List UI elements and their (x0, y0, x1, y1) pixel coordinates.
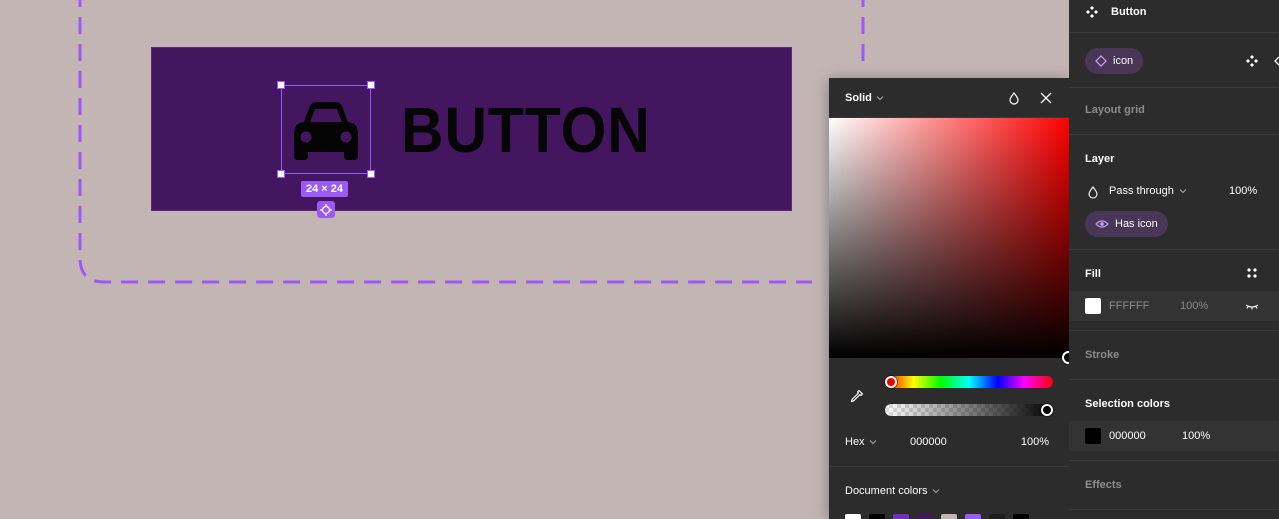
resize-handle-bottom-left[interactable] (277, 170, 285, 178)
divider (1069, 509, 1279, 510)
chevron-down-icon (1179, 189, 1187, 194)
style-grid-icon[interactable] (1245, 266, 1259, 280)
chevron-down-icon (876, 95, 884, 100)
hue-slider[interactable] (885, 376, 1053, 388)
blend-mode-dropdown[interactable]: Pass through (1109, 185, 1187, 197)
selection-color-swatch[interactable] (1085, 428, 1101, 444)
chevron-down-icon (869, 440, 876, 445)
document-colors-dropdown[interactable]: Document colors (845, 485, 940, 497)
opacity-input[interactable]: 100% (1021, 436, 1049, 448)
document-color-swatches (845, 514, 1029, 519)
color-picker-popover[interactable]: Solid Hex 000000 100% Document colors (829, 78, 1075, 519)
opacity-slider-knob[interactable] (1041, 404, 1053, 416)
saturation-value-area[interactable] (829, 118, 1069, 358)
eyedropper-icon[interactable] (849, 388, 865, 404)
resize-handle-top-left[interactable] (277, 81, 285, 89)
hue-slider-knob[interactable] (885, 376, 897, 388)
button-label-text[interactable]: BUTTON (401, 88, 651, 172)
divider (1069, 330, 1279, 331)
document-color-swatch[interactable] (941, 514, 957, 519)
blend-drop-icon (1088, 186, 1098, 199)
component-name[interactable]: Button (1111, 6, 1146, 18)
color-mode-dropdown[interactable]: Hex (845, 436, 877, 448)
divider (1069, 379, 1279, 380)
color-mode-label: Hex (845, 436, 865, 448)
selection-colors-title: Selection colors (1085, 398, 1170, 410)
hex-input[interactable]: 000000 (910, 436, 947, 448)
fill-type-label: Solid (845, 91, 872, 104)
selection-color-hex[interactable]: 000000 (1109, 430, 1146, 442)
layer-title: Layer (1085, 153, 1115, 165)
crosshair-icon[interactable] (317, 201, 335, 218)
component-icon (1086, 6, 1098, 18)
chevron-down-icon (932, 489, 939, 494)
layer-opacity-input[interactable]: 100% (1229, 185, 1257, 197)
resize-handle-bottom-right[interactable] (367, 170, 375, 178)
blend-mode-label: Pass through (1109, 185, 1174, 197)
document-color-swatch[interactable] (845, 514, 861, 519)
instance-property-label: icon (1113, 55, 1134, 67)
size-badge: 24 × 24 (301, 181, 348, 197)
selection-color-opacity[interactable]: 100% (1182, 430, 1210, 442)
car-icon (294, 102, 358, 160)
icon-selection-box[interactable] (277, 81, 375, 178)
properties-panel: Button icon Layout grid Layer Pass throu… (1069, 0, 1279, 519)
close-icon[interactable] (1039, 91, 1053, 105)
resize-handle-top-right[interactable] (367, 81, 375, 89)
color-value-row: Hex 000000 100% (829, 430, 1069, 454)
fill-title: Fill (1085, 268, 1101, 280)
fill-swatch[interactable] (1085, 298, 1101, 314)
divider (829, 466, 1069, 467)
divider (1069, 460, 1279, 461)
divider (1069, 134, 1279, 135)
eye-closed-icon[interactable] (1245, 299, 1259, 313)
document-color-swatch[interactable] (893, 514, 909, 519)
fill-hex-input[interactable]: FFFFFF (1109, 300, 1149, 312)
layer-property-pill[interactable]: Has icon (1085, 211, 1168, 237)
color-picker-header: Solid (829, 78, 1069, 118)
opacity-slider[interactable] (885, 404, 1053, 416)
document-color-swatch[interactable] (917, 514, 933, 519)
document-color-swatch[interactable] (965, 514, 981, 519)
layer-property-label: Has icon (1115, 218, 1158, 230)
blend-drop-icon[interactable] (1007, 91, 1021, 105)
layout-grid-title[interactable]: Layout grid (1085, 104, 1145, 116)
fill-opacity-input[interactable]: 100% (1180, 300, 1208, 312)
eye-icon (1095, 220, 1109, 228)
divider (1069, 87, 1279, 88)
document-color-swatch[interactable] (1013, 514, 1029, 519)
divider (1069, 249, 1279, 250)
document-color-swatch[interactable] (989, 514, 1005, 519)
effects-title[interactable]: Effects (1085, 479, 1122, 491)
fill-type-dropdown[interactable]: Solid (845, 92, 884, 104)
component-icon[interactable] (1245, 54, 1259, 68)
document-color-swatch[interactable] (869, 514, 885, 519)
diamond-icon (1095, 55, 1107, 67)
divider (1069, 32, 1279, 33)
chevron-left-icon[interactable] (1270, 54, 1279, 68)
document-colors-label: Document colors (845, 485, 928, 497)
stroke-title[interactable]: Stroke (1085, 349, 1119, 361)
instance-property-pill[interactable]: icon (1085, 48, 1144, 74)
